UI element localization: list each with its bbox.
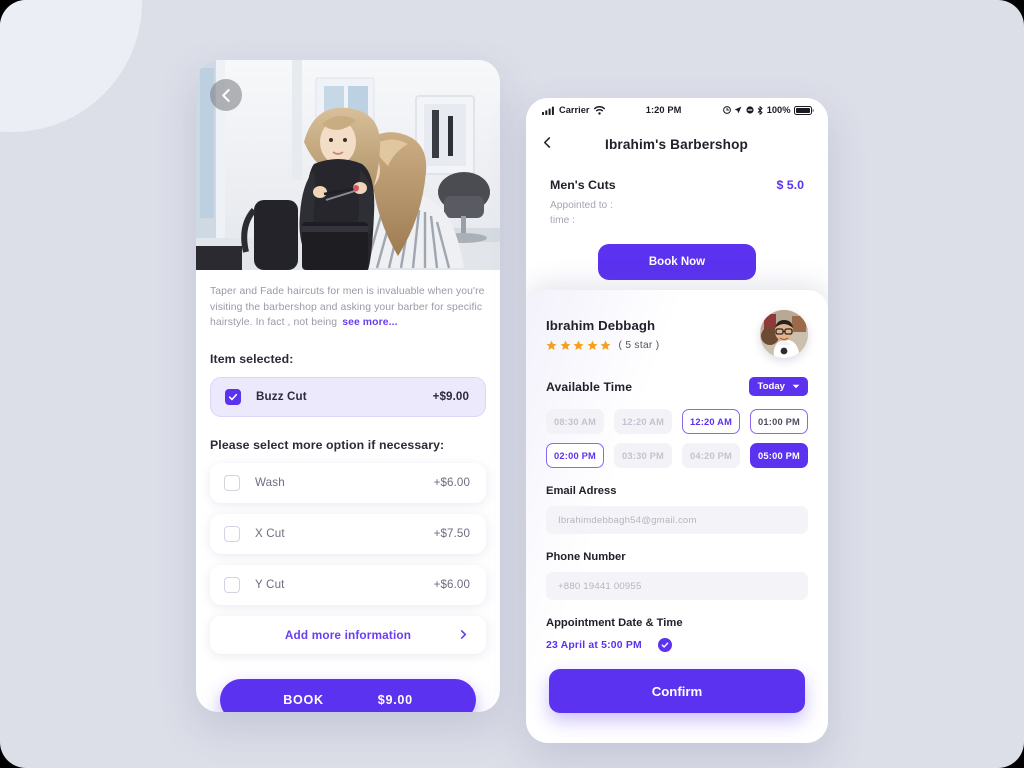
day-filter-value: Today <box>757 381 785 392</box>
time-slot[interactable]: 04:20 PM <box>682 443 740 468</box>
option-price: +$6.00 <box>433 476 470 489</box>
carrier-label: Carrier <box>559 105 590 115</box>
alarm-icon <box>722 106 731 114</box>
chevron-right-icon <box>459 630 468 639</box>
service-price: $ 5.0 <box>776 178 804 192</box>
nav-bar: Ibrahim's Barbershop <box>526 122 828 166</box>
option-row[interactable]: X Cut +$7.50 <box>210 513 486 554</box>
confirm-button[interactable]: Confirm <box>549 669 805 713</box>
appointment-label: Appointment Date & Time <box>546 617 683 629</box>
day-filter-dropdown[interactable]: Today <box>749 377 808 396</box>
available-time-header: Available Time Today <box>546 377 808 396</box>
option-price: +$6.00 <box>433 578 470 591</box>
battery-icon <box>794 105 814 115</box>
rating: ( 5 star ) <box>546 340 659 351</box>
time-slot[interactable]: 02:00 PM <box>546 443 604 468</box>
selected-item-row[interactable]: Buzz Cut +$9.00 <box>210 376 486 417</box>
signal-bars-icon <box>542 106 554 115</box>
do-not-disturb-icon <box>746 106 754 114</box>
checkbox-icon[interactable] <box>224 474 240 491</box>
book-label: BOOK <box>283 692 324 707</box>
chevron-left-icon <box>221 88 230 102</box>
option-label: Y Cut <box>255 578 285 591</box>
time-slot[interactable]: 01:00 PM <box>750 409 808 434</box>
option-label: X Cut <box>255 527 285 540</box>
time-slot-selected[interactable]: 05:00 PM <box>750 443 808 468</box>
check-icon <box>661 642 669 648</box>
screen: Taper and Fade haircuts for men is inval… <box>0 0 1024 768</box>
selected-item-label: Buzz Cut <box>256 390 307 403</box>
book-button[interactable]: BOOK $9.00 <box>220 678 476 712</box>
chevron-left-icon <box>543 137 551 148</box>
add-more-information-button[interactable]: Add more information <box>210 615 486 654</box>
appointed-time-label: time : <box>550 215 575 226</box>
checkbox-checked-icon[interactable] <box>225 388 241 405</box>
star-icon <box>560 340 570 350</box>
selected-item-price: +$9.00 <box>432 390 469 403</box>
time-slot[interactable]: 08:30 AM <box>546 409 604 434</box>
barber-avatar-illustration <box>760 310 808 358</box>
check-icon <box>228 393 238 400</box>
location-arrow-icon <box>734 106 742 114</box>
background-blob <box>0 0 142 132</box>
status-bar-left: Carrier <box>542 105 605 115</box>
page-title: Ibrahim's Barbershop <box>605 136 748 152</box>
add-more-label: Add more information <box>284 627 412 642</box>
barber-profile: Ibrahim Debbagh ( 5 star ) <box>546 310 808 358</box>
rating-label: ( 5 star ) <box>618 339 660 351</box>
status-bar-time: 1:20 PM <box>645 105 682 115</box>
chevron-down-icon <box>792 384 800 389</box>
star-icon <box>546 340 557 350</box>
booking-sheet: Ibrahim Debbagh ( 5 star ) Available Tim… <box>526 290 828 743</box>
nav-back-button[interactable] <box>542 135 553 153</box>
star-icon <box>600 340 611 350</box>
obscured-action-button[interactable]: Book Now <box>598 244 756 280</box>
star-icon <box>587 340 597 350</box>
time-slot[interactable]: 03:30 PM <box>614 443 672 468</box>
phone-field[interactable] <box>546 572 808 600</box>
email-field[interactable] <box>546 506 808 534</box>
salon-hero-image <box>196 60 500 270</box>
service-name-row: Men's Cuts $ 5.0 <box>550 178 804 192</box>
status-bar: Carrier 1:20 PM 100% <box>526 98 828 122</box>
service-summary: Men's Cuts $ 5.0 Appointed to : time : B… <box>526 166 828 280</box>
appointment-value: 23 April at 5:00 PM <box>546 639 642 651</box>
book-total: $9.00 <box>377 692 413 707</box>
checkbox-icon[interactable] <box>224 576 240 593</box>
status-bar-right: 100% <box>722 105 814 115</box>
service-description: Taper and Fade haircuts for men is inval… <box>210 284 486 331</box>
see-more-link[interactable]: see more... <box>342 317 397 328</box>
appointed-to-label: Appointed to : <box>550 200 613 211</box>
more-options-title: Please select more option if necessary: <box>210 437 445 452</box>
option-price: +$7.50 <box>433 527 470 540</box>
star-icon <box>573 340 584 350</box>
time-slot[interactable]: 12:20 AM <box>682 409 740 434</box>
item-selected-title: Item selected: <box>210 351 294 366</box>
available-time-label: Available Time <box>546 379 633 394</box>
wifi-icon <box>593 105 605 115</box>
bluetooth-icon <box>757 105 763 115</box>
time-slot-grid: 08:30 AM 12:20 AM 12:20 AM 01:00 PM 02:0… <box>546 409 808 468</box>
checkbox-icon[interactable] <box>224 525 240 542</box>
barber-name: Ibrahim Debbagh <box>546 317 656 333</box>
phone-label: Phone Number <box>546 551 626 563</box>
right-phone-card: Carrier 1:20 PM 100% Ibrahim's Barbersho… <box>526 98 828 743</box>
left-phone-card: Taper and Fade haircuts for men is inval… <box>196 60 500 712</box>
check-circle-icon <box>657 638 672 652</box>
battery-percent-label: 100% <box>766 105 791 115</box>
appointment-row: 23 April at 5:00 PM <box>546 638 808 652</box>
time-slot[interactable]: 12:20 AM <box>614 409 672 434</box>
option-row[interactable]: Y Cut +$6.00 <box>210 564 486 605</box>
back-button[interactable] <box>210 79 242 111</box>
email-label: Email Adress <box>546 485 617 497</box>
barber-info: Ibrahim Debbagh ( 5 star ) <box>546 318 659 351</box>
option-label: Wash <box>255 476 285 489</box>
service-name: Men's Cuts <box>550 178 616 192</box>
option-row[interactable]: Wash +$6.00 <box>210 462 486 503</box>
avatar <box>760 310 808 358</box>
